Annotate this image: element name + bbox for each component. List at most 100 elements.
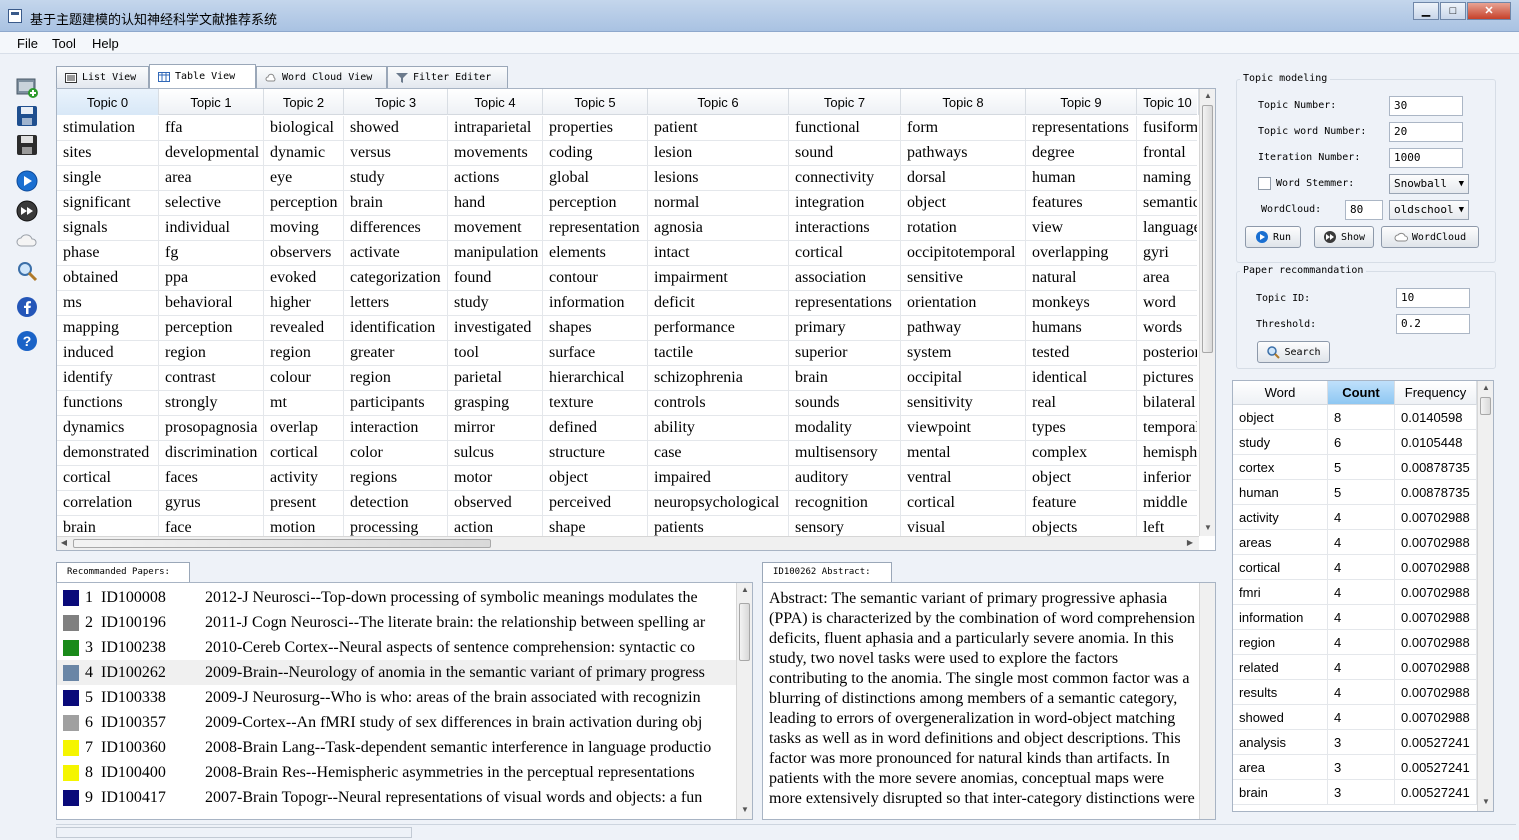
scroll-down-arrow[interactable]: ▼ bbox=[1201, 523, 1215, 532]
paper-list-item[interactable]: 7 ID100360 2008-Brain Lang--Task-dependent… bbox=[57, 735, 737, 760]
topic-word-cell[interactable]: brain bbox=[789, 366, 901, 391]
topic-word-cell[interactable]: color bbox=[344, 441, 448, 466]
word-cell[interactable]: study bbox=[1233, 430, 1328, 455]
topic-word-cell[interactable]: versus bbox=[344, 141, 448, 166]
topic-word-cell[interactable]: system bbox=[901, 341, 1026, 366]
topic-word-cell[interactable]: overlap bbox=[264, 416, 344, 441]
topic-word-cell[interactable]: revealed bbox=[264, 316, 344, 341]
topic-word-cell[interactable]: information bbox=[543, 291, 648, 316]
word-cell[interactable]: showed bbox=[1233, 705, 1328, 730]
topic-word-cell[interactable]: single bbox=[57, 166, 159, 191]
word-cell[interactable]: information bbox=[1233, 605, 1328, 630]
topic-word-cell[interactable]: perception bbox=[159, 316, 264, 341]
topic-word-cell[interactable]: object bbox=[1026, 466, 1137, 491]
topic-word-cell[interactable]: features bbox=[1026, 191, 1137, 216]
topic-word-cell[interactable]: association bbox=[789, 266, 901, 291]
search-button[interactable]: Search bbox=[1257, 341, 1330, 363]
topic-word-cell[interactable]: categorization bbox=[344, 266, 448, 291]
frequency-cell[interactable]: 0.00702988 bbox=[1395, 605, 1477, 630]
topic-word-cell[interactable]: real bbox=[1026, 391, 1137, 416]
topic-word-cell[interactable]: inferior bbox=[1137, 466, 1197, 491]
wordcloud-style-select[interactable]: oldschool ▼ bbox=[1389, 200, 1469, 220]
topic-word-cell[interactable]: regions bbox=[344, 466, 448, 491]
topic-column-header[interactable]: Topic 5 bbox=[543, 89, 648, 115]
topic-word-cell[interactable]: sounds bbox=[789, 391, 901, 416]
count-cell[interactable]: 5 bbox=[1328, 455, 1395, 480]
topic-word-cell[interactable]: pathway bbox=[901, 316, 1026, 341]
topic-word-cell[interactable]: tool bbox=[448, 341, 543, 366]
topic-word-cell[interactable]: induced bbox=[57, 341, 159, 366]
topic-word-cell[interactable]: colour bbox=[264, 366, 344, 391]
topic-word-cell[interactable]: obtained bbox=[57, 266, 159, 291]
topic-word-cell[interactable]: cortical bbox=[264, 441, 344, 466]
frequency-cell[interactable]: 0.00702988 bbox=[1395, 680, 1477, 705]
topic-word-cell[interactable]: impairment bbox=[648, 266, 789, 291]
topic-word-cell[interactable]: lesions bbox=[648, 166, 789, 191]
topic-word-cell[interactable]: fg bbox=[159, 241, 264, 266]
topic-word-cell[interactable]: intact bbox=[648, 241, 789, 266]
frequency-cell[interactable]: 0.00702988 bbox=[1395, 655, 1477, 680]
topic-column-header[interactable]: Topic 7 bbox=[789, 89, 901, 115]
count-cell[interactable]: 4 bbox=[1328, 530, 1395, 555]
topic-word-cell[interactable]: superior bbox=[789, 341, 901, 366]
paper-list-item[interactable]: 5 ID100338 2009-J Neurosurg--Who is who: a… bbox=[57, 685, 737, 710]
paper-list-item[interactable]: 1 ID100008 2012-J Neurosci--Top-down proce… bbox=[57, 585, 737, 610]
topic-word-cell[interactable]: interactions bbox=[789, 216, 901, 241]
topic-word-cell[interactable]: representations bbox=[1026, 116, 1137, 141]
frequency-column-header[interactable]: Word bbox=[1233, 381, 1328, 405]
count-cell[interactable]: 5 bbox=[1328, 480, 1395, 505]
papers-vscrollbar[interactable]: ▲ ▼ bbox=[736, 583, 752, 819]
topic-word-cell[interactable]: hand bbox=[448, 191, 543, 216]
count-cell[interactable]: 3 bbox=[1328, 730, 1395, 755]
topic-word-cell[interactable]: sound bbox=[789, 141, 901, 166]
topic-word-cell[interactable]: observed bbox=[448, 491, 543, 516]
topic-word-cell[interactable]: showed bbox=[344, 116, 448, 141]
topic-column-header[interactable]: Topic 9 bbox=[1026, 89, 1137, 115]
topic-word-cell[interactable]: gyrus bbox=[159, 491, 264, 516]
topic-word-cell[interactable]: hierarchical bbox=[543, 366, 648, 391]
topic-word-cell[interactable]: intraparietal bbox=[448, 116, 543, 141]
topic-word-cell[interactable]: patients bbox=[648, 516, 789, 536]
topic-word-cell[interactable]: impaired bbox=[648, 466, 789, 491]
topic-word-cell[interactable]: modality bbox=[789, 416, 901, 441]
topic-id-field[interactable]: 10 bbox=[1396, 288, 1470, 308]
topic-word-cell[interactable]: study bbox=[448, 291, 543, 316]
topic-word-cell[interactable]: grasping bbox=[448, 391, 543, 416]
count-cell[interactable]: 4 bbox=[1328, 505, 1395, 530]
topic-word-cell[interactable]: defined bbox=[543, 416, 648, 441]
topic-word-cell[interactable]: recognition bbox=[789, 491, 901, 516]
topic-word-cell[interactable]: shape bbox=[543, 516, 648, 536]
topic-word-cell[interactable]: interaction bbox=[344, 416, 448, 441]
topic-word-cell[interactable]: humans bbox=[1026, 316, 1137, 341]
topic-word-cell[interactable]: global bbox=[543, 166, 648, 191]
topic-word-cell[interactable]: words bbox=[1137, 316, 1197, 341]
topic-word-cell[interactable]: semantic bbox=[1137, 191, 1197, 216]
topic-word-cell[interactable]: surface bbox=[543, 341, 648, 366]
word-cell[interactable]: human bbox=[1233, 480, 1328, 505]
facebook-icon[interactable] bbox=[14, 294, 40, 320]
topic-word-cell[interactable]: study bbox=[344, 166, 448, 191]
topic-word-cell[interactable]: tested bbox=[1026, 341, 1137, 366]
topic-word-cell[interactable]: monkeys bbox=[1026, 291, 1137, 316]
topic-word-cell[interactable]: objects bbox=[1026, 516, 1137, 536]
topic-word-cell[interactable]: dynamic bbox=[264, 141, 344, 166]
topic-word-cell[interactable]: texture bbox=[543, 391, 648, 416]
word-cell[interactable]: object bbox=[1233, 405, 1328, 430]
topic-word-cell[interactable]: actions bbox=[448, 166, 543, 191]
word-cell[interactable]: brain bbox=[1233, 780, 1328, 805]
topic-word-cell[interactable]: connectivity bbox=[789, 166, 901, 191]
topic-word-cell[interactable]: normal bbox=[648, 191, 789, 216]
tab-filter-editer[interactable]: Filter Editer bbox=[387, 66, 508, 88]
topic-word-cell[interactable]: cortical bbox=[789, 241, 901, 266]
topic-word-cell[interactable]: bilateral bbox=[1137, 391, 1197, 416]
search-icon[interactable] bbox=[14, 258, 40, 284]
topic-column-header[interactable]: Topic 1 bbox=[159, 89, 264, 115]
paper-list-item[interactable]: 2 ID100196 2011-J Cogn Neurosci--The liter… bbox=[57, 610, 737, 635]
topic-word-cell[interactable]: human bbox=[1026, 166, 1137, 191]
topic-word-cell[interactable]: area bbox=[1137, 266, 1197, 291]
count-cell[interactable]: 4 bbox=[1328, 705, 1395, 730]
topic-word-cell[interactable]: individual bbox=[159, 216, 264, 241]
stemmer-select[interactable]: Snowball ▼ bbox=[1389, 174, 1469, 194]
topic-word-cell[interactable]: properties bbox=[543, 116, 648, 141]
word-cell[interactable]: related bbox=[1233, 655, 1328, 680]
